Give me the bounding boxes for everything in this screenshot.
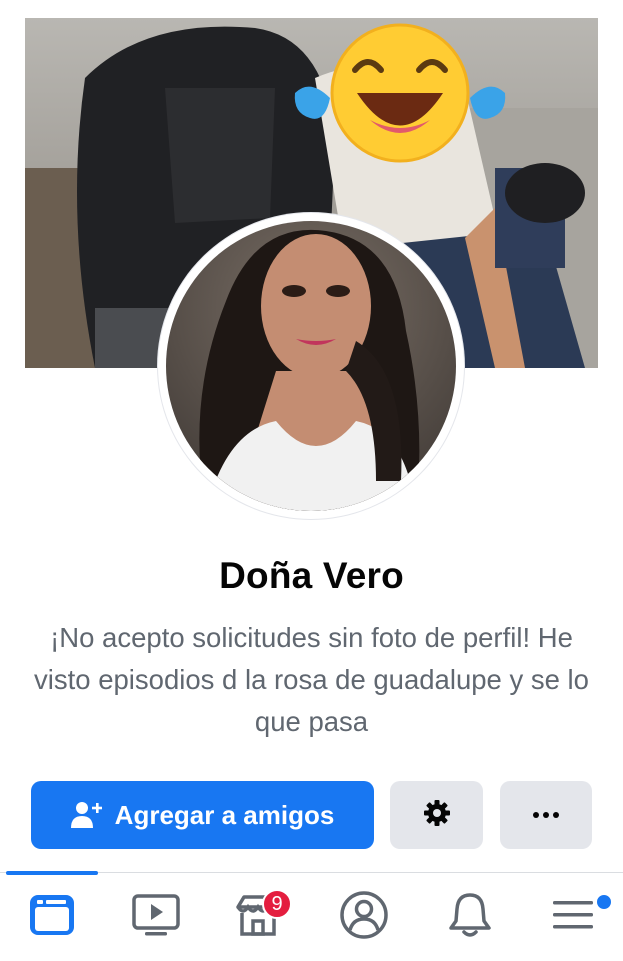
- profile-name: Doña Vero: [219, 555, 404, 596]
- active-tab-indicator: [6, 871, 98, 875]
- more-options-button[interactable]: [500, 781, 592, 849]
- bottom-tab-bar: 9: [0, 871, 623, 961]
- tab-menu[interactable]: [533, 887, 613, 947]
- tab-marketplace[interactable]: 9: [218, 887, 298, 947]
- person-add-icon: [70, 801, 103, 829]
- tab-news-feed[interactable]: [12, 887, 92, 947]
- profile-bio: ¡No acepto solicitudes sin foto de perfi…: [34, 622, 589, 737]
- ellipsis-icon: [531, 806, 561, 824]
- menu-notification-dot: [595, 893, 613, 911]
- user-circle-icon: [339, 890, 389, 945]
- add-friend-label: Agregar a amigos: [114, 799, 335, 830]
- gear-icon: [422, 798, 452, 833]
- feed-icon: [28, 893, 76, 942]
- profile-picture[interactable]: [158, 213, 464, 519]
- avatar: [166, 221, 456, 511]
- tab-profile[interactable]: [324, 887, 404, 947]
- hamburger-icon: [549, 895, 597, 940]
- settings-button[interactable]: [390, 781, 483, 849]
- tab-watch[interactable]: [116, 887, 196, 947]
- tab-notifications[interactable]: [430, 887, 510, 947]
- add-friend-button[interactable]: Agregar a amigos: [31, 781, 374, 849]
- notification-badge: 9: [262, 889, 292, 919]
- video-icon: [131, 893, 181, 942]
- bell-icon: [447, 891, 493, 944]
